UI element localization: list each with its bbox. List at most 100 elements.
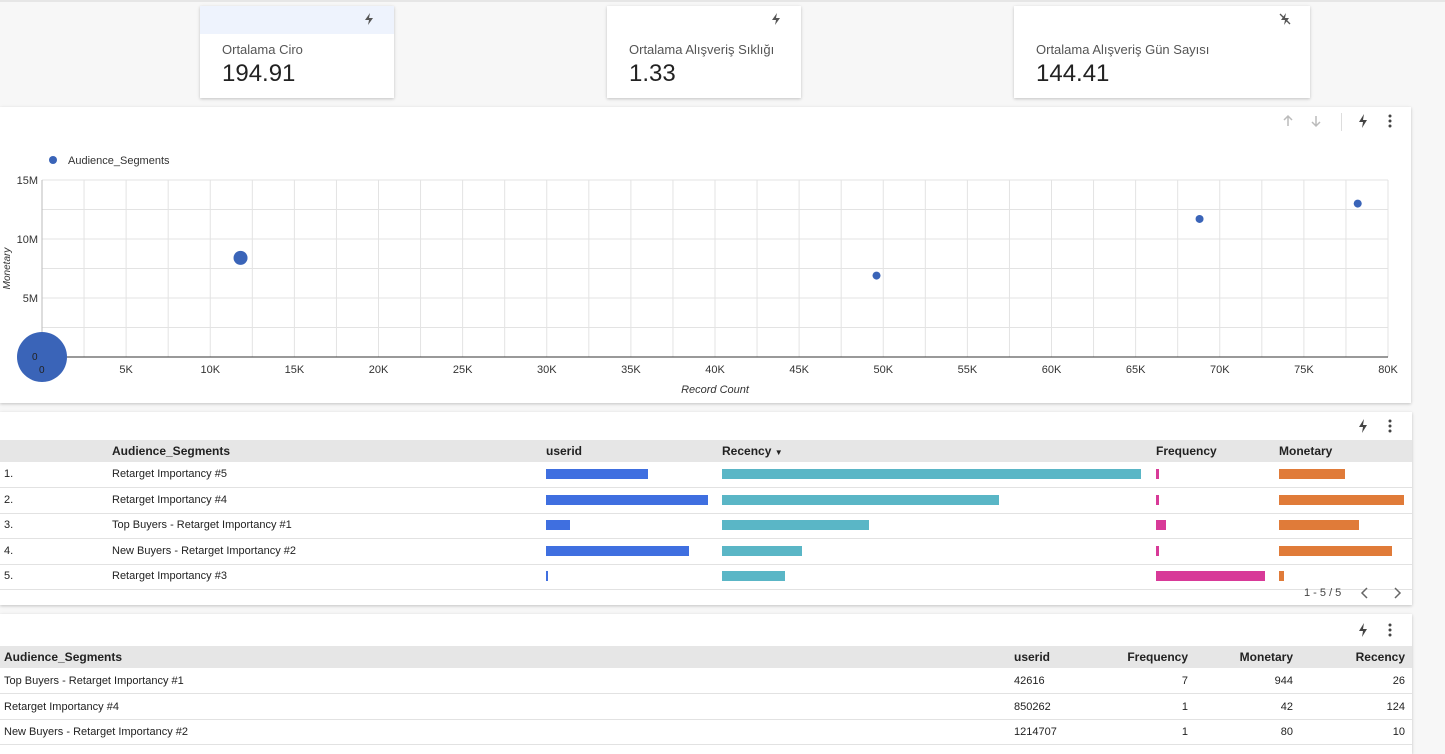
legend-marker bbox=[49, 156, 57, 164]
cell-monetary: 80 bbox=[1280, 726, 1293, 738]
bolt-icon[interactable] bbox=[362, 12, 376, 26]
x-tick-label: 75K bbox=[1294, 364, 1314, 376]
y-tick-label: 15M bbox=[17, 175, 38, 187]
x-tick-label: 15K bbox=[285, 364, 305, 376]
more-vert-icon[interactable] bbox=[1382, 622, 1398, 638]
col-header-segment[interactable]: Audience_Segments bbox=[112, 444, 230, 458]
segment-name: Retarget Importancy #4 bbox=[112, 493, 227, 506]
x-tick-label: 35K bbox=[621, 364, 641, 376]
y-tick-label: 5M bbox=[23, 293, 38, 305]
cell-frequency: 1 bbox=[1181, 700, 1188, 713]
x-tick-label: 5K bbox=[119, 364, 133, 376]
bolt-icon[interactable] bbox=[1355, 418, 1371, 434]
table-header: Audience_Segments userid Recency ▼ Frequ… bbox=[0, 440, 1412, 462]
pagination-label: 1 - 5 / 5 bbox=[1304, 587, 1342, 599]
kpi-value: 1.33 bbox=[629, 60, 676, 87]
userid-bar bbox=[546, 469, 649, 479]
x-tick-label: 20K bbox=[369, 364, 389, 376]
kpi-card-avg-days[interactable]: Ortalama Alışveriş Gün Sayısı 144.41 bbox=[1014, 6, 1310, 98]
sort-desc-icon: ▼ bbox=[774, 448, 783, 457]
table-header: Audience_Segments userid Frequency Monet… bbox=[0, 646, 1412, 668]
monetary-bar bbox=[1279, 545, 1392, 556]
recency-bar bbox=[722, 520, 869, 530]
segment-name: New Buyers - Retarget Importancy #2 bbox=[112, 544, 297, 557]
x-tick-label: 40K bbox=[705, 364, 725, 376]
recency-bar bbox=[722, 469, 1141, 479]
cell-recency: 10 bbox=[1392, 726, 1405, 738]
col-header-frequency[interactable]: Frequency bbox=[1100, 650, 1188, 664]
monetary-bar bbox=[1279, 520, 1359, 530]
bolt-off-icon[interactable] bbox=[1278, 12, 1292, 26]
y-axis-title: Monetary bbox=[2, 247, 13, 290]
recency-bar bbox=[722, 571, 785, 581]
frequency-bar bbox=[1156, 469, 1160, 479]
monetary-bar bbox=[1279, 469, 1346, 479]
frequency-bar bbox=[1156, 571, 1265, 581]
row-index: 5. bbox=[4, 570, 14, 582]
table-row[interactable]: 3. Top Buyers - Retarget Importancy #1 bbox=[0, 513, 1412, 539]
more-vert-icon[interactable] bbox=[1382, 418, 1398, 434]
x-tick-label: 25K bbox=[453, 364, 473, 376]
table-row[interactable]: 4. New Buyers - Retarget Importancy #2 bbox=[0, 539, 1412, 565]
col-header-recency-label: Recency bbox=[722, 444, 772, 458]
x-tick-label: 30K bbox=[537, 364, 557, 376]
userid-bar bbox=[546, 571, 548, 581]
y-tick-label: 10M bbox=[17, 234, 38, 246]
col-header-userid[interactable]: userid bbox=[546, 444, 582, 458]
chevron-left-icon[interactable] bbox=[1357, 585, 1373, 601]
row-index: 2. bbox=[4, 493, 14, 506]
table-row[interactable]: Retarget Importancy #4 850262 1 42 124 bbox=[0, 694, 1412, 720]
recency-bar bbox=[722, 494, 999, 505]
segment-name: Retarget Importancy #5 bbox=[112, 468, 227, 480]
chevron-right-icon[interactable] bbox=[1389, 585, 1405, 601]
col-header-segment[interactable]: Audience_Segments bbox=[4, 650, 122, 664]
row-index: 1. bbox=[4, 468, 14, 480]
frequency-bar bbox=[1156, 494, 1160, 505]
kpi-value: 144.41 bbox=[1036, 60, 1110, 87]
cell-segment: Top Buyers - Retarget Importancy #1 bbox=[4, 675, 184, 687]
scatter-chart-card: 5K 10K 15K 20K 25K 30K 35K 40K 45K 50K 55K 60K 65K 70… bbox=[0, 107, 1411, 403]
data-point bbox=[233, 250, 248, 265]
frequency-bar bbox=[1156, 520, 1166, 530]
origin-y-label: 0 bbox=[32, 352, 38, 363]
kpi-label: Ortalama Alışveriş Sıklığı bbox=[629, 42, 775, 57]
kpi-label: Ortalama Ciro bbox=[222, 42, 303, 57]
x-tick-label: 45K bbox=[789, 364, 809, 376]
kpi-card-avg-frequency[interactable]: Ortalama Alışveriş Sıklığı 1.33 bbox=[607, 6, 801, 98]
data-point bbox=[1195, 214, 1204, 223]
bolt-icon[interactable] bbox=[1355, 622, 1371, 638]
table-row[interactable]: Top Buyers - Retarget Importancy #1 42616… bbox=[0, 668, 1412, 694]
top-divider bbox=[0, 0, 1445, 2]
x-tick-label: 65K bbox=[1126, 364, 1146, 376]
table-row[interactable]: 1. Retarget Importancy #5 bbox=[0, 462, 1412, 488]
userid-bar bbox=[546, 545, 689, 556]
table-row[interactable]: New Buyers - Retarget Importancy #2 12147… bbox=[0, 719, 1412, 745]
cell-monetary: 42 bbox=[1280, 700, 1293, 713]
x-tick-label: 10K bbox=[200, 364, 220, 376]
data-table-card: Audience_Segments userid Frequency Monet… bbox=[0, 614, 1412, 754]
table-row[interactable]: 2. Retarget Importancy #4 bbox=[0, 488, 1412, 514]
col-header-userid[interactable]: userid bbox=[1014, 650, 1050, 664]
bar-table-card: Audience_Segments userid Recency ▼ Frequ… bbox=[0, 412, 1412, 605]
cell-userid: 1214707 bbox=[1014, 726, 1057, 738]
col-header-monetary[interactable]: Monetary bbox=[1200, 650, 1293, 664]
cell-frequency: 1 bbox=[1181, 726, 1188, 738]
bolt-icon[interactable] bbox=[769, 12, 783, 26]
col-header-recency[interactable]: Recency ▼ bbox=[722, 444, 783, 458]
cell-frequency: 7 bbox=[1181, 675, 1188, 687]
kpi-card-avg-revenue[interactable]: Ortalama Ciro 194.91 bbox=[200, 6, 394, 98]
x-axis-title: Record Count bbox=[681, 384, 750, 396]
data-point bbox=[872, 271, 881, 280]
col-header-recency[interactable]: Recency bbox=[1310, 650, 1405, 664]
userid-bar bbox=[546, 520, 571, 530]
col-header-monetary[interactable]: Monetary bbox=[1279, 444, 1332, 458]
cell-monetary: 944 bbox=[1274, 675, 1293, 687]
monetary-bar bbox=[1279, 494, 1404, 505]
origin-x-label: 0 bbox=[39, 365, 45, 376]
data-point bbox=[1353, 199, 1362, 208]
userid-bar bbox=[546, 494, 708, 505]
table-row[interactable]: 5. Retarget Importancy #3 bbox=[0, 564, 1412, 590]
col-header-frequency[interactable]: Frequency bbox=[1156, 444, 1217, 458]
x-tick-label: 80K bbox=[1378, 364, 1398, 376]
kpi-value: 194.91 bbox=[222, 60, 296, 87]
